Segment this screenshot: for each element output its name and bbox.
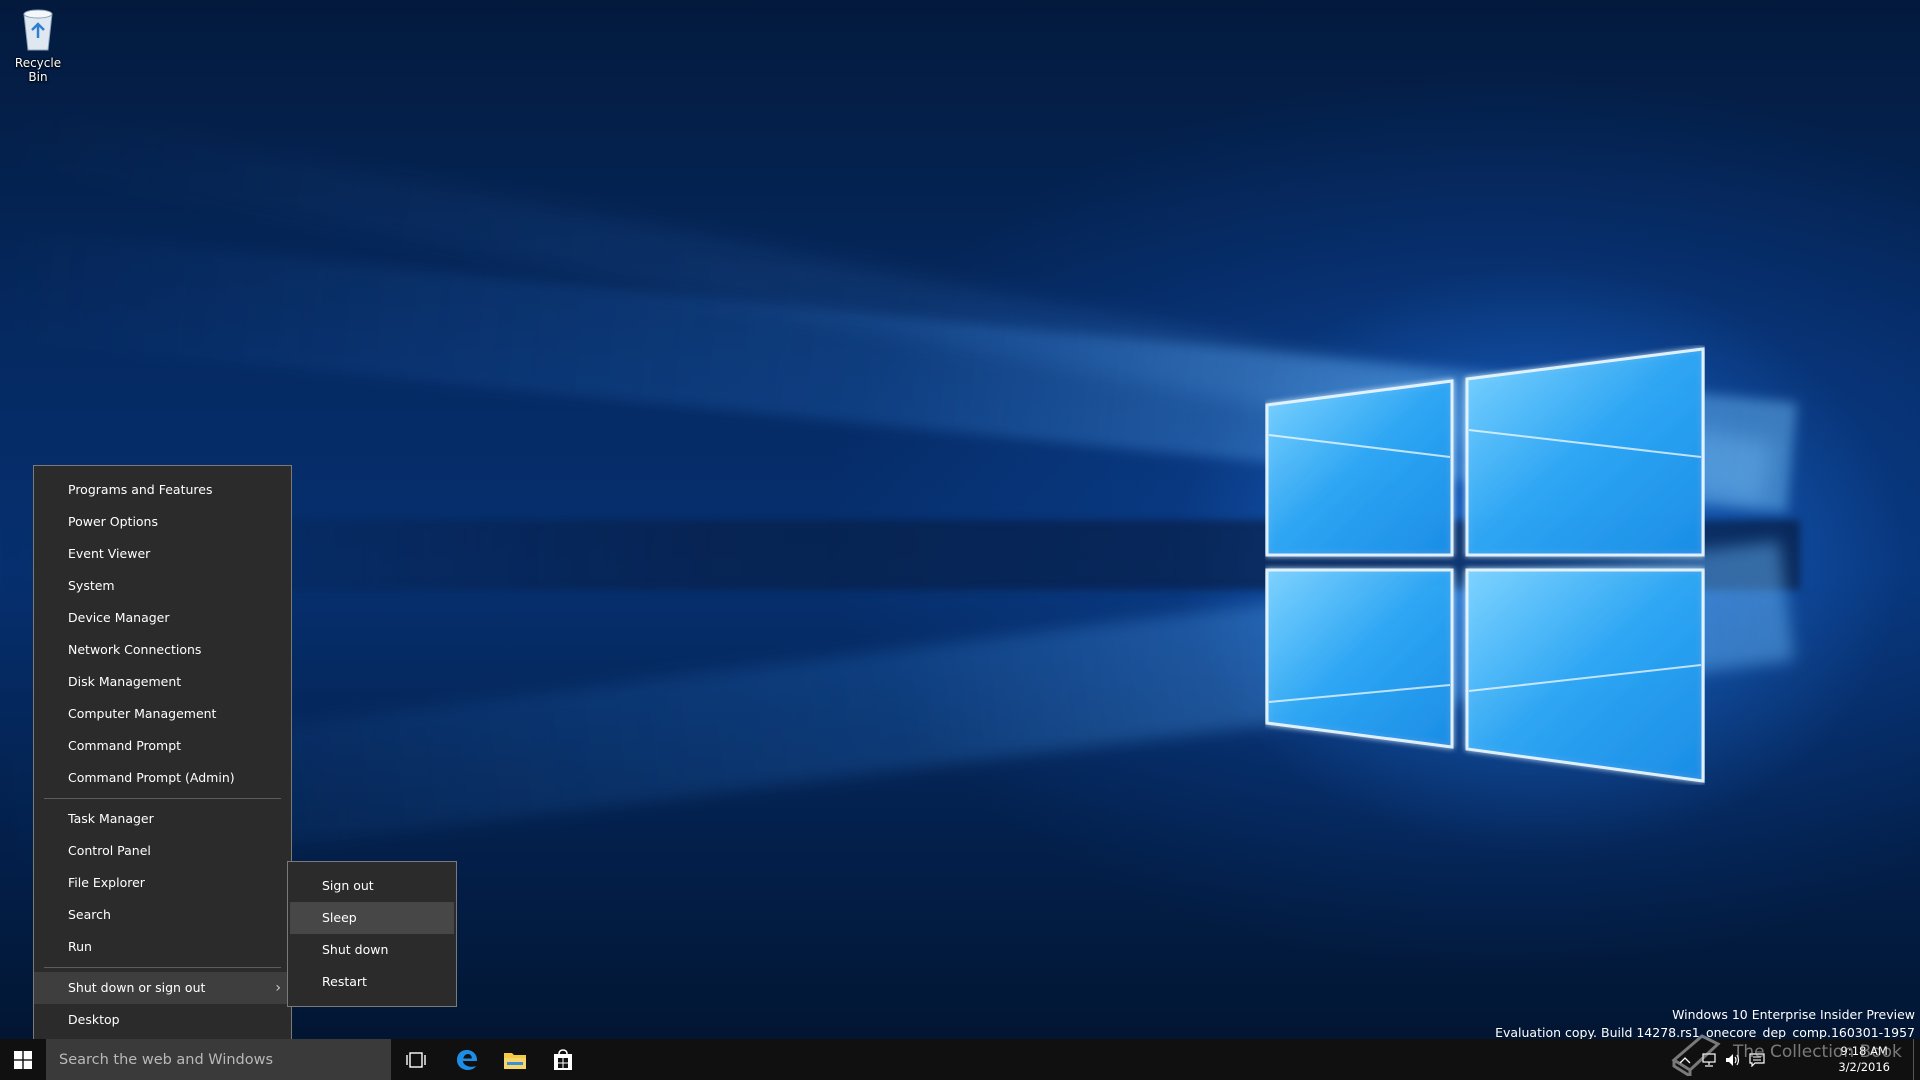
menu-item-power-options[interactable]: Power Options [34, 506, 291, 538]
edge-icon [457, 1049, 478, 1070]
menu-item-computer-management[interactable]: Computer Management [34, 698, 291, 730]
menu-item-device-manager[interactable]: Device Manager [34, 602, 291, 634]
menu-item-command-prompt-admin[interactable]: Command Prompt (Admin) [34, 762, 291, 794]
menu-item-programs-and-features[interactable]: Programs and Features [34, 474, 291, 506]
windows-logo-wallpaper [1265, 347, 1705, 783]
menu-separator [44, 967, 281, 968]
menu-item-control-panel[interactable]: Control Panel [34, 835, 291, 867]
taskbar: Search the web and Windows 9:18 AM 3/2/2… [0, 1039, 1920, 1080]
overlay-watermark-text: The Collection Book [1733, 1042, 1902, 1062]
edition-text: Windows 10 Enterprise Insider Preview [1672, 1007, 1915, 1022]
edge-button[interactable] [443, 1039, 491, 1080]
menu-item-run[interactable]: Run [34, 931, 291, 963]
menu-item-event-viewer[interactable]: Event Viewer [34, 538, 291, 570]
task-view-icon [406, 1051, 426, 1068]
chevron-right-icon: › [275, 980, 281, 996]
store-icon [554, 1048, 572, 1070]
search-box[interactable]: Search the web and Windows [46, 1039, 391, 1080]
submenu-item-sleep[interactable]: Sleep [290, 902, 454, 934]
menu-item-label: Shut down or sign out [68, 980, 206, 995]
menu-item-search[interactable]: Search [34, 899, 291, 931]
menu-item-network-connections[interactable]: Network Connections [34, 634, 291, 666]
search-placeholder: Search the web and Windows [59, 1051, 274, 1068]
menu-item-command-prompt[interactable]: Command Prompt [34, 730, 291, 762]
menu-item-shut-down-or-sign-out[interactable]: Shut down or sign out › [34, 972, 291, 1004]
overlay-watermark: The Collection Book [1668, 1030, 1918, 1080]
submenu-item-sign-out[interactable]: Sign out [290, 870, 454, 902]
menu-item-disk-management[interactable]: Disk Management [34, 666, 291, 698]
submenu-item-restart[interactable]: Restart [290, 966, 454, 998]
menu-item-desktop[interactable]: Desktop [34, 1004, 291, 1036]
desktop-icon-label: Recycle Bin [14, 56, 62, 84]
menu-item-system[interactable]: System [34, 570, 291, 602]
menu-item-file-explorer[interactable]: File Explorer [34, 867, 291, 899]
folder-icon [504, 1052, 526, 1069]
desktop-icon-recycle-bin[interactable]: Recycle Bin [4, 6, 72, 84]
task-view-button[interactable] [392, 1039, 440, 1080]
power-user-menu: Programs and Features Power Options Even… [33, 465, 292, 1045]
menu-item-task-manager[interactable]: Task Manager [34, 803, 291, 835]
file-explorer-button[interactable] [491, 1039, 539, 1080]
shutdown-submenu: Sign out Sleep Shut down Restart [287, 861, 457, 1007]
store-button[interactable] [539, 1039, 587, 1080]
book-icon [1671, 1034, 1721, 1079]
menu-separator [44, 798, 281, 799]
submenu-item-shut-down[interactable]: Shut down [290, 934, 454, 966]
windows-start-icon [14, 1050, 32, 1069]
start-button[interactable] [0, 1039, 46, 1080]
recycle-bin-icon [23, 9, 53, 51]
